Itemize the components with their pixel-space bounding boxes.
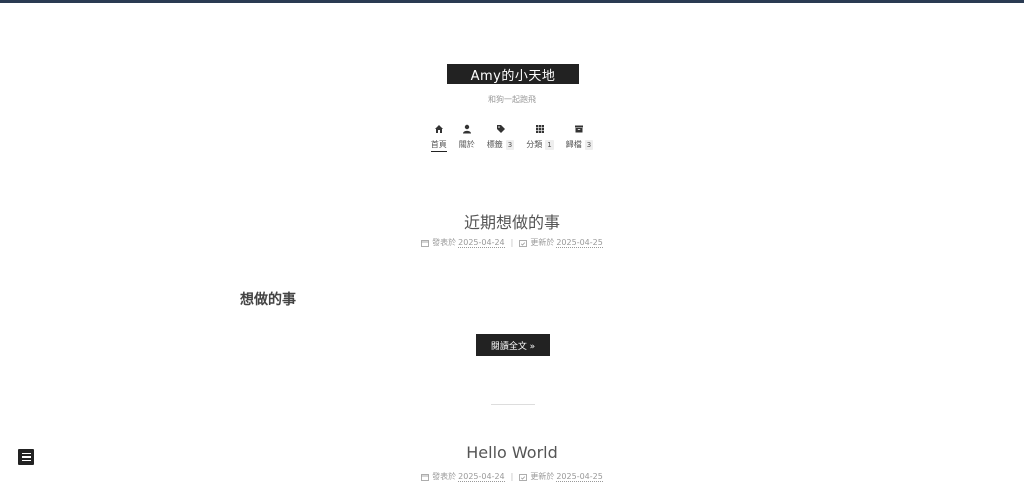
posted-label: 發表於 (432, 472, 457, 481)
menu-bar-icon (21, 459, 31, 462)
user-icon (462, 124, 471, 134)
archive-icon (575, 125, 584, 133)
calendar-check-icon (519, 473, 528, 481)
calendar-icon (421, 473, 430, 481)
post-meta: 發表於 2025-04-24 | 更新於 2025-04-25 (0, 471, 1024, 482)
home-icon (434, 125, 443, 133)
posted-date[interactable]: 2025-04-24 (458, 238, 505, 248)
updated-label: 更新於 (530, 472, 555, 481)
menu-label: 標籤 (486, 140, 503, 149)
menu-label: 分類 (526, 140, 543, 149)
menu-badge-count: 1 (545, 139, 554, 150)
meta-separator: | (510, 472, 514, 481)
calendar-icon (421, 239, 430, 247)
menu-badge-count: 3 (505, 139, 515, 150)
menu-item-home[interactable]: 首頁 (430, 124, 447, 152)
post-divider (491, 404, 535, 405)
post-content-heading: 想做的事 (240, 292, 296, 308)
main-menu: 首頁 關於 標籤 3 分類 1 歸檔 3 (0, 124, 1024, 152)
menu-badge-count: 3 (584, 139, 594, 150)
menu-label: 首頁 (430, 140, 447, 149)
updated-date[interactable]: 2025-04-25 (556, 472, 603, 482)
post-title-link[interactable]: Hello World (0, 443, 1024, 462)
site-subtitle: 和狗一起跑飛 (488, 95, 536, 104)
meta-separator: | (510, 238, 514, 247)
sidebar-toggle-button[interactable] (18, 449, 34, 465)
menu-bar-icon (21, 452, 31, 455)
menu-item-about[interactable]: 關於 (459, 124, 475, 152)
read-more-button[interactable]: 閱讀全文 » (476, 334, 550, 356)
tags-icon (496, 125, 505, 133)
menu-item-categories[interactable]: 分類 1 (526, 124, 554, 152)
top-accent-bar (0, 0, 1024, 3)
menu-item-archives[interactable]: 歸檔 3 (565, 124, 594, 152)
menu-label: 關於 (458, 140, 475, 149)
menu-item-tags[interactable]: 標籤 3 (486, 124, 515, 152)
menu-bar-icon (21, 456, 31, 458)
updated-label: 更新於 (530, 238, 555, 247)
menu-label: 歸檔 (565, 140, 582, 149)
site-title[interactable]: Amy的小天地 (471, 65, 556, 84)
post-meta: 發表於 2025-04-24 | 更新於 2025-04-25 (0, 237, 1024, 248)
th-icon (536, 125, 544, 133)
calendar-check-icon (519, 239, 528, 247)
post-title-link[interactable]: 近期想做的事 (0, 209, 1024, 233)
posted-label: 發表於 (432, 238, 457, 247)
updated-date[interactable]: 2025-04-25 (556, 238, 603, 248)
posted-date[interactable]: 2025-04-24 (458, 472, 505, 482)
site-brand[interactable]: Amy的小天地 (447, 64, 579, 84)
